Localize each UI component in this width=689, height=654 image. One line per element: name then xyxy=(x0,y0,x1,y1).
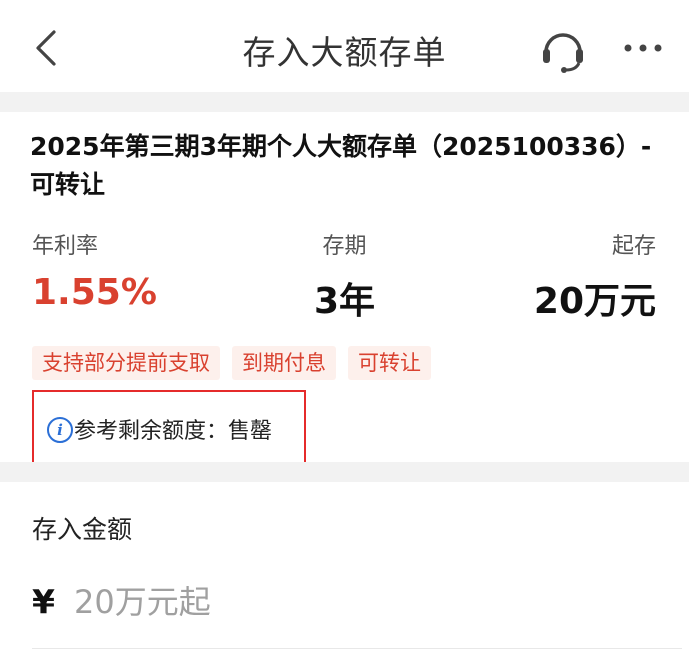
info-icon[interactable]: i xyxy=(47,417,73,443)
tag-transferable: 可转让 xyxy=(348,346,431,380)
term-label: 存期 xyxy=(322,234,367,259)
tag-interest-at-maturity: 到期付息 xyxy=(232,346,336,380)
input-underline xyxy=(32,648,682,649)
deposit-amount-label: 存入金额 xyxy=(32,515,133,544)
section-divider xyxy=(0,92,689,112)
deposit-amount-input[interactable] xyxy=(74,578,634,626)
product-title: 2025年第三期3年期个人大额存单（2025100336）-可转让 xyxy=(30,132,652,199)
headset-icon[interactable] xyxy=(538,24,588,74)
section-divider xyxy=(0,462,689,482)
min-deposit-label: 起存 xyxy=(611,234,656,259)
min-deposit-value: 20万元 xyxy=(533,281,656,322)
more-dots-icon[interactable] xyxy=(620,30,666,66)
nav-bar: 存入大额存单 xyxy=(0,0,689,92)
tag-partial-withdrawal: 支持部分提前支取 xyxy=(32,346,220,380)
remaining-quota-text: 参考剩余额度：售罄 xyxy=(74,419,273,444)
feature-tags: 支持部分提前支取 到期付息 可转让 xyxy=(32,346,431,380)
currency-symbol: ¥ xyxy=(32,582,55,621)
